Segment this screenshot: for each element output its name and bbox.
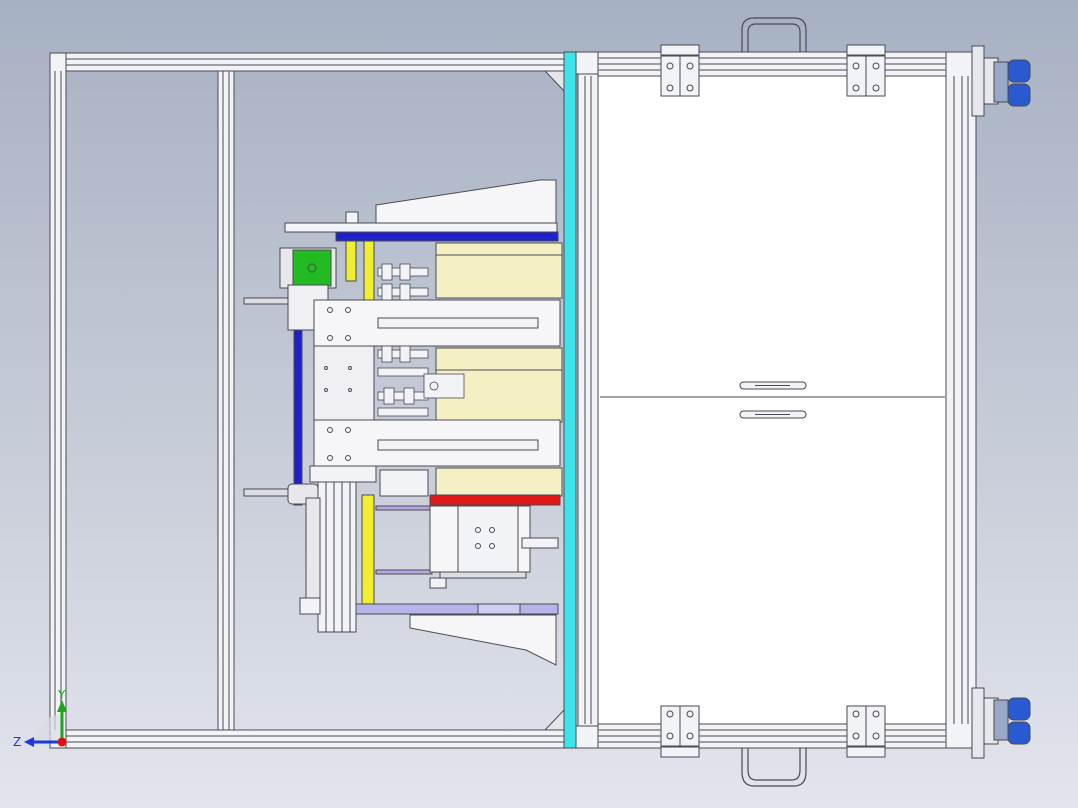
- inner-mechanism: [243, 179, 563, 666]
- caster-wheel-icon: [971, 45, 1031, 117]
- yellow-box-1: [435, 242, 563, 299]
- left-frame-bottom-beam: [49, 729, 566, 749]
- left-frame-middle-post: [217, 70, 235, 731]
- cyan-rail: [563, 51, 577, 749]
- blue-belt-top: [335, 231, 559, 242]
- handle-icon: [741, 17, 807, 52]
- axis-y-label: Y: [57, 688, 66, 702]
- assembly-drawing: Y Z: [13, 17, 1031, 787]
- cabinet-door-panel: [597, 75, 947, 725]
- caster-wheel-icon: [971, 687, 1031, 759]
- door-handle-upper: [739, 381, 807, 390]
- handle-icon: [741, 748, 807, 787]
- left-frame-outer-post: [49, 52, 67, 749]
- hinge-icon: [660, 44, 700, 97]
- blue-belt-side: [293, 329, 303, 506]
- red-strip: [429, 494, 561, 506]
- hinge-icon: [846, 705, 886, 758]
- cad-viewport[interactable]: Y Z: [0, 0, 1078, 808]
- left-frame-top-beam: [49, 52, 566, 72]
- lower-side-plate: [409, 614, 557, 666]
- axis-triad-icon: Y Z: [13, 688, 67, 749]
- lavender-base-bar: [355, 603, 559, 615]
- hinge-icon: [846, 44, 886, 97]
- hinge-icon: [660, 705, 700, 758]
- right-cabinet: [577, 51, 977, 749]
- door-handle-lower: [739, 410, 807, 419]
- axis-z-label: Z: [13, 735, 21, 749]
